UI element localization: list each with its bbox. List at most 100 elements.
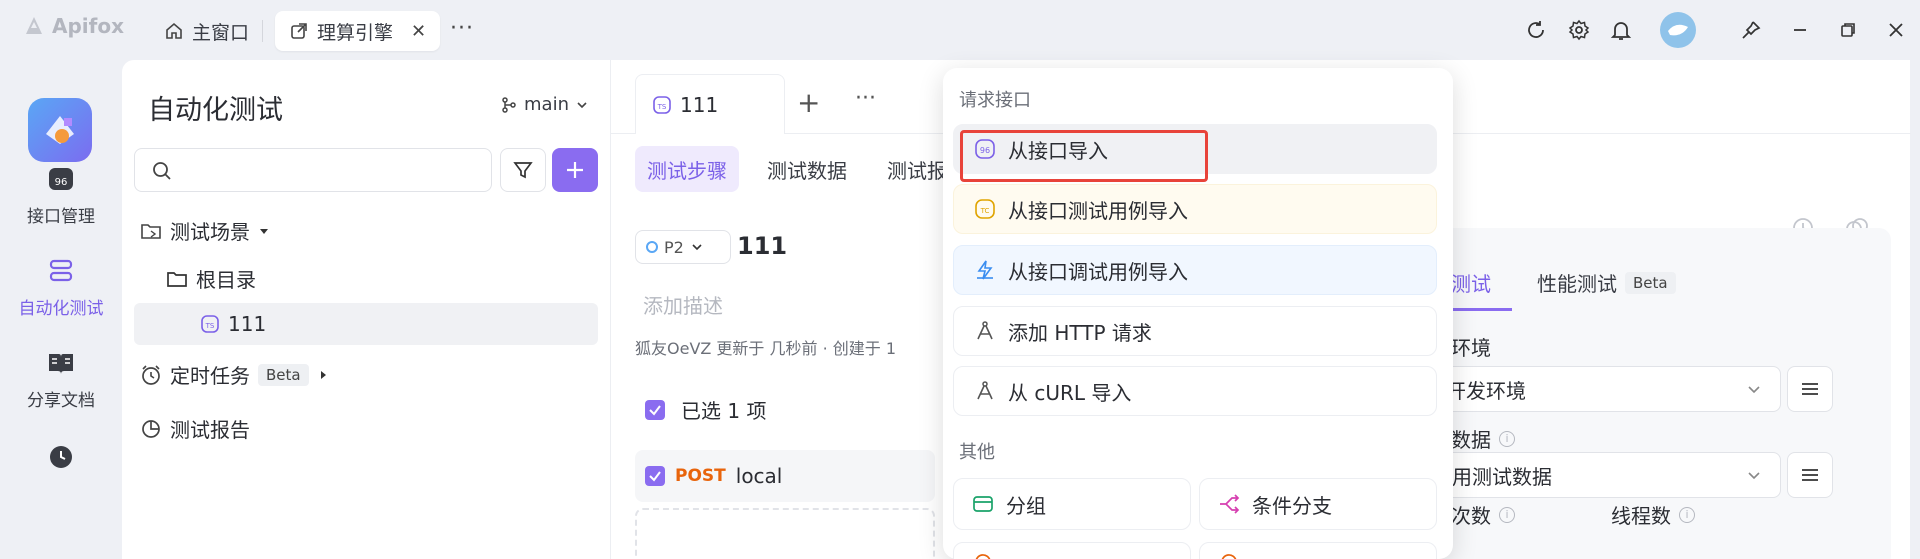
svg-text:96: 96: [55, 177, 68, 188]
tree-item-label: 测试报告: [170, 418, 250, 442]
scenario-folder-icon: [141, 223, 161, 239]
subtab-test-steps[interactable]: 测试步骤: [635, 146, 739, 192]
home-icon: [166, 22, 182, 39]
test-data-select[interactable]: 不使用测试数据: [1411, 452, 1781, 498]
tab-divider: [262, 20, 263, 42]
section-request-label: 请求接口: [959, 90, 1031, 111]
notification-bell-icon[interactable]: [1607, 16, 1635, 44]
description-input[interactable]: 添加描述: [643, 290, 723, 319]
priority-selector[interactable]: P2: [635, 230, 731, 264]
project-icon[interactable]: [28, 98, 92, 162]
app-logo: Apifox: [22, 14, 124, 38]
tree-item-case-111[interactable]: TS 111: [134, 303, 598, 345]
environment-menu-button[interactable]: [1787, 366, 1833, 412]
pin-icon[interactable]: [1737, 16, 1765, 44]
typescript-case-icon: TS: [653, 95, 671, 114]
case-meta-info: 狐友OeVZ 更新于 几秒前 · 创建于 1 小: [635, 339, 895, 358]
priority-dot-icon: [646, 241, 658, 253]
select-all-checkbox[interactable]: [645, 399, 665, 420]
more-tabs-button[interactable]: ···: [450, 16, 474, 41]
filter-button[interactable]: [500, 148, 546, 192]
search-input[interactable]: [134, 148, 492, 192]
add-button[interactable]: [552, 148, 598, 192]
external-link-icon: [291, 23, 307, 39]
new-tab-button[interactable]: +: [797, 86, 820, 119]
case-name[interactable]: 111: [737, 232, 787, 260]
filter-icon: [513, 162, 533, 179]
more-options-button[interactable]: ···: [855, 86, 876, 111]
search-icon: [153, 162, 171, 180]
info-icon[interactable]: i: [1679, 506, 1695, 523]
rail-item-share-docs[interactable]: 分享文档: [0, 348, 122, 411]
branch-selector[interactable]: main: [500, 94, 589, 115]
menu-item-label: 分组: [1006, 493, 1046, 518]
folder-icon: [167, 271, 187, 287]
close-tab-icon[interactable]: ✕: [411, 21, 426, 42]
info-icon[interactable]: i: [1499, 430, 1515, 447]
menu-item-group[interactable]: 分组: [953, 478, 1191, 530]
tab-performance-test[interactable]: 性能测试 Beta: [1537, 268, 1676, 297]
menu-item-import-from-testcase[interactable]: TC 从接口测试用例导入: [953, 184, 1437, 234]
title-bar: Apifox 主窗口 理算引擎 ✕ ···: [0, 0, 1920, 60]
svg-text:TC: TC: [980, 207, 990, 215]
hamburger-menu-icon: [1802, 469, 1818, 481]
tree-item-label: 根目录: [196, 268, 256, 292]
chevron-down-icon: [577, 101, 587, 108]
alarm-clock-icon: [142, 364, 160, 385]
add-step-dropzone[interactable]: [635, 508, 935, 559]
restore-window-icon[interactable]: [1834, 16, 1862, 44]
menu-item-import-from-curl[interactable]: 从 cURL 导入: [953, 366, 1437, 416]
priority-value: P2: [664, 237, 684, 257]
curl-icon: [974, 380, 996, 402]
menu-item-loop[interactable]: [953, 542, 1191, 559]
clock-icon: [46, 442, 76, 472]
page-title: 自动化测试: [148, 95, 283, 126]
menu-item-foreach[interactable]: [1199, 542, 1437, 559]
rail-item-automation-testing[interactable]: 自动化测试: [0, 256, 122, 319]
minimize-icon[interactable]: [1786, 16, 1814, 44]
section-other-label: 其他: [959, 442, 995, 463]
tab-main-window[interactable]: 主窗口: [150, 11, 263, 51]
rail-item-label: 接口管理: [27, 207, 95, 227]
tree-item-label: 111: [228, 312, 267, 336]
environment-select[interactable]: 开 开发环境: [1411, 366, 1781, 412]
branch-icon: [1218, 493, 1240, 515]
tab-calculation-engine[interactable]: 理算引擎 ✕: [275, 11, 441, 51]
user-avatar[interactable]: [1660, 12, 1696, 48]
beta-badge: Beta: [1625, 271, 1676, 294]
close-window-icon[interactable]: [1882, 16, 1910, 44]
environment-value: 开发环境: [1446, 378, 1526, 403]
tree-item-root-folder[interactable]: 根目录: [166, 264, 256, 293]
subtab-test-data[interactable]: 测试数据: [755, 146, 859, 192]
tree-item-test-reports[interactable]: 测试报告: [140, 414, 250, 443]
menu-item-import-from-api[interactable]: 96 从接口导入: [953, 124, 1437, 174]
group-icon: [972, 493, 994, 515]
rail-item-history[interactable]: [0, 442, 122, 472]
add-step-popup-menu: 请求接口 96 从接口导入 TC 从接口测试用例导入 从接口调试用例导入 添加 …: [943, 68, 1453, 559]
http-icon: [974, 320, 996, 342]
caret-down-icon: [260, 228, 268, 234]
menu-item-import-from-debug-case[interactable]: 从接口调试用例导入: [953, 245, 1437, 295]
rail-item-label: 自动化测试: [18, 299, 104, 319]
menu-item-label: 添加 HTTP 请求: [1008, 320, 1152, 345]
menu-item-conditional-branch[interactable]: 条件分支: [1199, 478, 1437, 530]
step-row[interactable]: POST local: [635, 450, 935, 502]
rail-item-api-management[interactable]: 96 接口管理: [0, 164, 122, 227]
refresh-icon[interactable]: [1522, 16, 1550, 44]
test-data-menu-button[interactable]: [1787, 452, 1833, 498]
pie-chart-icon: [142, 419, 160, 438]
menu-item-label: 从接口测试用例导入: [1008, 198, 1188, 223]
tree-item-scheduled-tasks[interactable]: 定时任务 Beta: [140, 360, 329, 389]
testcase-icon: TC: [974, 198, 996, 220]
avatar-bird-icon: [1668, 24, 1688, 36]
editor-tab-111[interactable]: TS 111: [635, 74, 785, 134]
selection-summary: 已选 1 项: [645, 395, 766, 424]
step-name: local: [735, 464, 783, 488]
info-icon[interactable]: i: [1499, 506, 1515, 523]
svg-text:TS: TS: [657, 103, 667, 111]
svg-text:96: 96: [980, 146, 990, 155]
menu-item-add-http-request[interactable]: 添加 HTTP 请求: [953, 306, 1437, 356]
tree-item-test-scenarios[interactable]: 测试场景: [140, 216, 270, 245]
settings-gear-icon[interactable]: [1565, 16, 1593, 44]
step-checkbox[interactable]: [645, 466, 665, 486]
